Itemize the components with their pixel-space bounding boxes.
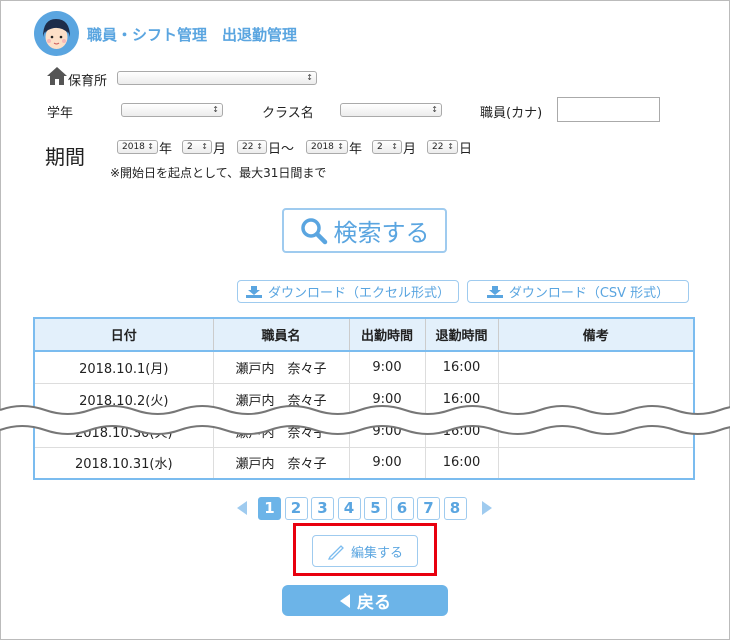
column-header-date: 日付: [33, 317, 214, 352]
omission-wave-divider: [0, 405, 730, 435]
start-day-select[interactable]: 22: [237, 140, 267, 154]
class-label: クラス名: [262, 106, 314, 121]
attendance-table: 日付 職員名 出勤時間 退勤時間 備考 2018.10.1(月) 瀬戸内 奈々子 9…: [33, 317, 695, 480]
period-note: ※開始日を起点として、最大31日間まで: [110, 166, 327, 180]
nursery-label: 保育所: [68, 74, 108, 89]
start-month-select[interactable]: 2: [182, 140, 212, 154]
page-4-button[interactable]: 4: [337, 497, 361, 520]
start-year-select[interactable]: 2018: [117, 140, 158, 154]
page-8-button[interactable]: 8: [443, 497, 467, 520]
column-header-remarks: 備考: [497, 317, 695, 352]
class-select[interactable]: [340, 103, 442, 117]
column-header-clock-out: 退勤時間: [424, 317, 499, 352]
back-button[interactable]: 戻る: [282, 585, 448, 616]
cell-staff: 瀬戸内 奈々子: [212, 446, 350, 480]
unit-label: 日: [459, 142, 473, 157]
table-row: 2018.10.1(月) 瀬戸内 奈々子 9:00 16:00: [33, 350, 695, 384]
search-icon: [300, 217, 327, 244]
download-csv-button[interactable]: ダウンロード（CSV 形式）: [467, 280, 689, 303]
page-2-button[interactable]: 2: [284, 497, 308, 520]
back-button-label: 戻る: [357, 593, 391, 613]
grade-label: 学年: [47, 106, 74, 121]
end-year-select[interactable]: 2018: [306, 140, 348, 154]
cell-clock-out: 16:00: [424, 446, 499, 480]
download-icon: [245, 285, 262, 298]
grade-select[interactable]: [121, 103, 223, 117]
column-header-clock-in: 出勤時間: [348, 317, 426, 352]
staff-kana-input[interactable]: [557, 97, 660, 122]
page-6-button[interactable]: 6: [390, 497, 414, 520]
download-csv-label: ダウンロード（CSV 形式）: [508, 286, 670, 301]
cell-date: 2018.10.1(月): [33, 350, 214, 384]
end-day-select[interactable]: 22: [427, 140, 458, 154]
avatar: [34, 11, 79, 56]
edit-button[interactable]: 編集する: [312, 535, 418, 567]
unit-label: 日〜: [268, 142, 295, 157]
back-arrow-icon: [340, 593, 350, 608]
download-excel-button[interactable]: ダウンロード（エクセル形式）: [237, 280, 459, 303]
unit-label: 月: [213, 142, 227, 157]
cell-remarks: [497, 350, 695, 384]
download-excel-label: ダウンロード（エクセル形式）: [267, 286, 450, 301]
column-header-staff: 職員名: [212, 317, 350, 352]
prev-page-arrow-icon[interactable]: [236, 500, 248, 516]
cell-date: 2018.10.31(水): [33, 446, 214, 480]
page-7-button[interactable]: 7: [417, 497, 440, 520]
page-title: 職員・シフト管理 出退勤管理: [87, 26, 298, 44]
unit-label: 年: [159, 142, 173, 157]
table-row: 2018.10.31(水) 瀬戸内 奈々子 9:00 16:00: [33, 446, 695, 480]
period-label: 期間: [45, 145, 85, 169]
search-button[interactable]: 検索する: [282, 208, 447, 253]
nursery-select[interactable]: [117, 71, 317, 85]
cell-staff: 瀬戸内 奈々子: [212, 350, 350, 384]
cell-clock-in: 9:00: [348, 446, 426, 480]
cell-clock-out: 16:00: [424, 350, 499, 384]
page-5-button[interactable]: 5: [364, 497, 387, 520]
page-1-button[interactable]: 1: [258, 497, 281, 520]
home-icon: [47, 67, 67, 85]
next-page-arrow-icon[interactable]: [481, 500, 493, 516]
edit-button-label: 編集する: [350, 545, 403, 561]
search-button-label: 検索する: [333, 219, 430, 247]
pencil-icon: [327, 545, 344, 560]
unit-label: 年: [349, 142, 363, 157]
cell-remarks: [497, 446, 695, 480]
download-icon: [486, 285, 503, 298]
cell-clock-in: 9:00: [348, 350, 426, 384]
page-3-button[interactable]: 3: [311, 497, 334, 520]
end-month-select[interactable]: 2: [372, 140, 402, 154]
unit-label: 月: [403, 142, 417, 157]
staff-kana-label: 職員(カナ): [480, 106, 543, 121]
